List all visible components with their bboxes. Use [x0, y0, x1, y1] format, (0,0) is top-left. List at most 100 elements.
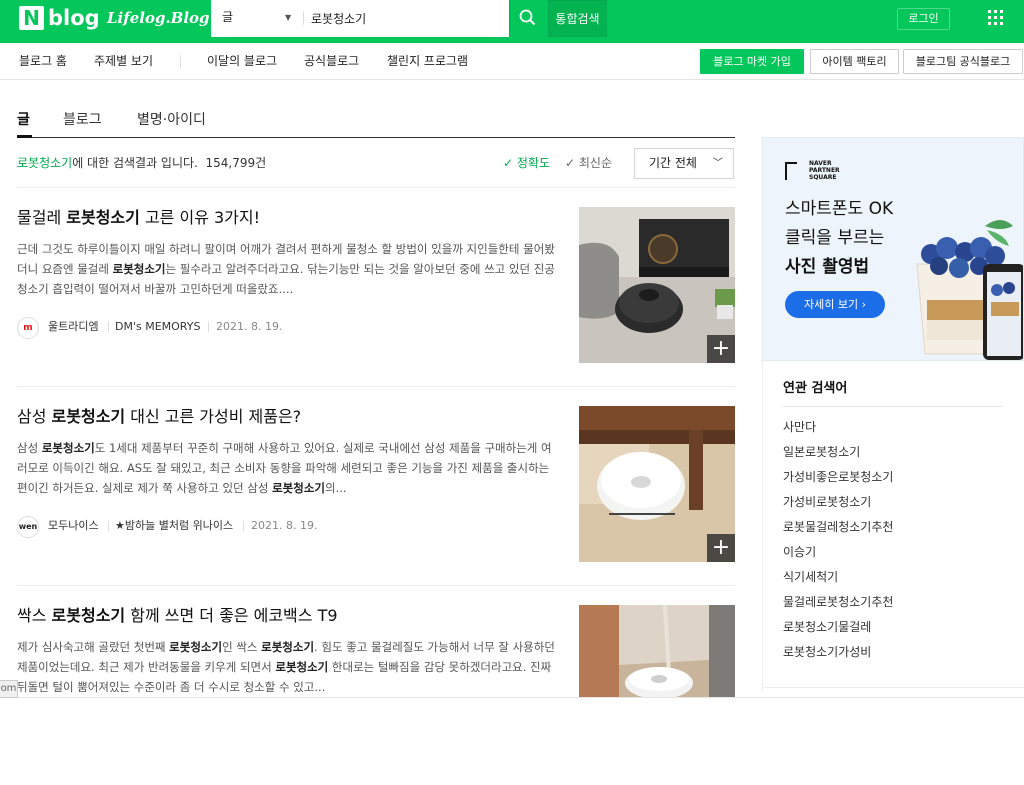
- related-item[interactable]: 이승기: [783, 544, 816, 560]
- app-grid-icon[interactable]: [988, 10, 1004, 26]
- post-date: 2021. 8. 19.: [216, 320, 283, 333]
- ad-headline-1: 스마트폰도 OK: [785, 199, 894, 219]
- desc-text: 인 싹스: [222, 640, 262, 654]
- desc-keyword: 로봇청소기: [112, 262, 166, 276]
- author-name[interactable]: 모두나이스: [48, 516, 99, 536]
- post-title[interactable]: 물걸레 로봇청소기 고른 이유 3가지!: [17, 207, 260, 229]
- search-input[interactable]: [311, 6, 507, 30]
- title-text: 대신 고른 가성비 제품은?: [125, 407, 302, 426]
- nav-monthly-blog[interactable]: 이달의 블로그: [207, 53, 277, 69]
- nav-challenge[interactable]: 챌린지 프로그램: [387, 53, 468, 69]
- caret-down-icon[interactable]: ▼: [285, 0, 291, 36]
- title-keyword: 로봇청소기: [66, 208, 140, 227]
- bottom-bar: [0, 697, 1024, 712]
- desc-keyword: 로봇청소기: [261, 640, 315, 654]
- meta-divider: [243, 521, 244, 531]
- desc-keyword: 로봇청소기: [275, 660, 329, 674]
- result-summary: 로봇청소기에 대한 검색결과 입니다. 154,799건: [17, 155, 266, 171]
- related-item[interactable]: 로봇청소기물걸레: [783, 619, 871, 635]
- blog-logo[interactable]: blog: [48, 5, 100, 31]
- total-search-button[interactable]: 통합검색: [548, 0, 607, 37]
- divider: [17, 386, 735, 387]
- tab-posts[interactable]: 글: [17, 111, 30, 129]
- related-item[interactable]: 식기세척기: [783, 569, 838, 585]
- expand-plus-icon[interactable]: +: [707, 335, 735, 363]
- desc-text: 제가 심사숙고해 골랐던 첫번째: [17, 640, 170, 654]
- title-text: 싹스: [17, 606, 52, 625]
- ad-detail-button[interactable]: 자세히 보기 ›: [785, 291, 885, 318]
- title-text: 함께 쓰면 더 좋은 에코백스 T9: [125, 606, 338, 625]
- search-type-label: 글: [222, 10, 234, 24]
- nav-topics[interactable]: 주제별 보기: [94, 53, 153, 69]
- sort-recent-label: 최신순: [578, 156, 612, 170]
- divider: [17, 585, 735, 586]
- related-item[interactable]: 사만다: [783, 419, 816, 435]
- tab-blogs[interactable]: 블로그: [63, 111, 102, 129]
- avatar[interactable]: m: [17, 317, 39, 339]
- check-icon: ✓: [503, 156, 517, 170]
- post-thumbnail[interactable]: [579, 605, 735, 697]
- post-thumbnail[interactable]: +: [579, 406, 735, 562]
- post-item: 삼성 로봇청소기 대신 고른 가성비 제품은? 삼성 로봇청소기도 1세대 제품…: [17, 406, 735, 586]
- avatar[interactable]: wen: [17, 516, 39, 538]
- related-title: 연관 검색어: [783, 381, 848, 396]
- tab-nickname[interactable]: 별명·아이디: [137, 111, 206, 129]
- meta-divider: [108, 521, 109, 531]
- naver-logo[interactable]: N: [19, 6, 44, 30]
- search-divider: [303, 11, 304, 25]
- post-date: 2021. 8. 19.: [251, 519, 318, 532]
- chevron-down-icon: ﹀: [713, 158, 723, 169]
- title-keyword: 로봇청소기: [51, 606, 126, 625]
- blog-team-button[interactable]: 블로그팀 공식블로그: [903, 49, 1023, 74]
- top-bar: N blog Lifelog.Blog 글 ▼ 통합검색 로그인: [0, 0, 1024, 43]
- nav-blog-home[interactable]: 블로그 홈: [19, 53, 67, 69]
- post-title[interactable]: 삼성 로봇청소기 대신 고른 가성비 제품은?: [17, 406, 301, 428]
- blog-name[interactable]: ★밤하늘 별처럼 위나이스: [115, 516, 233, 536]
- post-description[interactable]: 삼성 로봇청소기도 1세대 제품부터 꾸준히 구매해 사용하고 있어요. 실제로…: [17, 438, 557, 498]
- post-item: 싹스 로봇청소기 함께 쓰면 더 좋은 에코백스 T9 제가 심사숙고해 골랐던…: [17, 605, 735, 785]
- ad-headline-3: 사진 촬영법: [785, 257, 870, 277]
- item-factory-button[interactable]: 아이템 팩토리: [810, 49, 899, 74]
- search-button[interactable]: [509, 0, 544, 37]
- search-box: 글 ▼: [211, 0, 544, 37]
- search-type-select[interactable]: 글: [222, 0, 308, 37]
- partner-square-text: NAVER PARTNER SQUARE: [809, 160, 840, 181]
- desc-keyword: 로봇청소기: [169, 640, 223, 654]
- nav-divider: [180, 55, 181, 68]
- desc-keyword: 로봇청소기: [41, 441, 95, 455]
- sidebar-ad[interactable]: NAVER PARTNER SQUARE 스마트폰도 OK 클릭을 부르는 사진…: [762, 137, 1024, 361]
- related-item[interactable]: 일본로봇청소기: [783, 444, 860, 460]
- expand-plus-icon[interactable]: +: [707, 534, 735, 562]
- post-description[interactable]: 근데 그것도 하루이틀이지 매일 하려니 팔이며 어깨가 결려서 편하게 물청소…: [17, 239, 557, 299]
- post-title[interactable]: 싹스 로봇청소기 함께 쓰면 더 좋은 에코백스 T9: [17, 605, 338, 627]
- title-text: 삼성: [17, 407, 52, 426]
- result-count: 154,799건: [205, 156, 267, 170]
- period-select[interactable]: 기간 전체 ﹀: [634, 148, 734, 179]
- blog-market-button[interactable]: 블로그 마켓 가입: [700, 49, 804, 74]
- related-item[interactable]: 로봇물걸레청소기추천: [783, 519, 893, 535]
- login-button[interactable]: 로그인: [897, 8, 950, 30]
- nav-official-blog[interactable]: 공식블로그: [304, 53, 359, 69]
- meta-divider: [108, 322, 109, 332]
- sort-recent[interactable]: ✓ 최신순: [565, 155, 612, 171]
- related-item[interactable]: 가성비좋은로봇청소기: [783, 469, 893, 485]
- related-searches: 연관 검색어 사만다 일본로봇청소기 가성비좋은로봇청소기 가성비로봇청소기 로…: [762, 361, 1024, 691]
- lifelog-logo[interactable]: Lifelog.Blog: [107, 8, 210, 28]
- related-item[interactable]: 가성비로봇청소기: [783, 494, 871, 510]
- title-keyword: 로봇청소기: [51, 407, 126, 426]
- partner-square-logo: NAVER PARTNER SQUARE: [785, 160, 845, 186]
- check-icon: ✓: [565, 156, 579, 170]
- result-keyword: 로봇청소기: [17, 156, 73, 170]
- blog-name[interactable]: DM's MEMORYS: [115, 317, 200, 337]
- post-thumbnail[interactable]: +: [579, 207, 735, 363]
- search-icon: [519, 9, 536, 26]
- post-description[interactable]: 제가 심사숙고해 골랐던 첫번째 로봇청소기인 싹스 로봇청소기. 힘도 좋고 …: [17, 637, 557, 697]
- period-label: 기간 전체: [649, 156, 697, 170]
- author-name[interactable]: 울트라디엠: [48, 317, 99, 337]
- divider: [783, 406, 1003, 407]
- related-item[interactable]: 물걸레로봇청소기추천: [783, 594, 893, 610]
- related-item[interactable]: 로봇청소기가성비: [783, 644, 871, 660]
- sort-accuracy[interactable]: ✓ 정확도: [503, 155, 550, 171]
- post-item: 물걸레 로봇청소기 고른 이유 3가지! 근데 그것도 하루이틀이지 매일 하려…: [17, 207, 735, 387]
- partner-square-mark: [785, 162, 797, 180]
